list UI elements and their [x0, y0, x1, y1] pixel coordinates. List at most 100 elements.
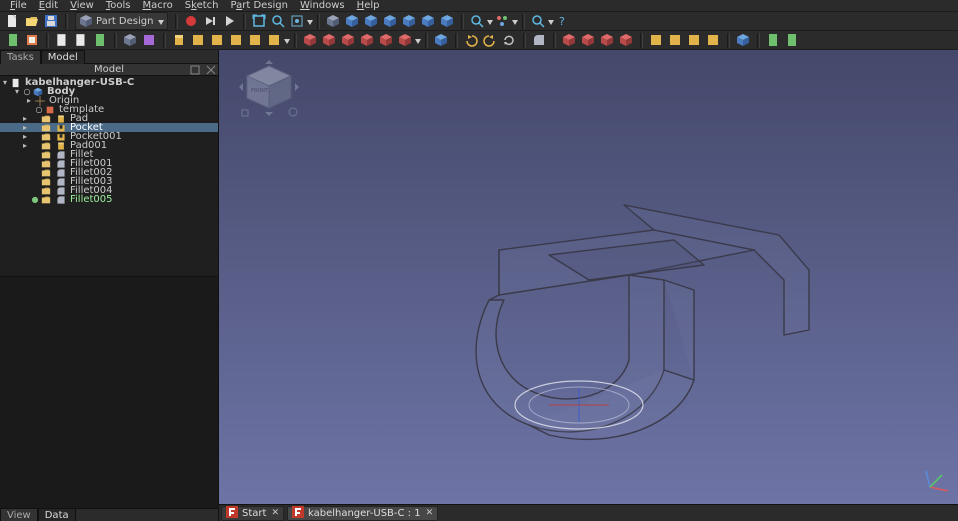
pd-linpattern-button[interactable]: [560, 31, 578, 49]
pd-measure4-button[interactable]: [704, 31, 722, 49]
menu-edit[interactable]: Edit: [33, 0, 64, 12]
panel-close-icon[interactable]: [206, 65, 216, 75]
doc-tab-model[interactable]: kabelhanger-USB-C : 1 ✕: [287, 506, 438, 521]
navigation-cube[interactable]: FRONT: [237, 60, 301, 122]
tab-model[interactable]: Model: [41, 50, 85, 64]
pd-validatesketch-button[interactable]: [91, 31, 109, 49]
pd-subprim-button[interactable]: [396, 31, 414, 49]
pd-additive-button[interactable]: [246, 31, 264, 49]
pd-newdoc-button[interactable]: [4, 31, 22, 49]
tree-row-body[interactable]: ▾ ○ Body: [0, 87, 218, 96]
expand-icon[interactable]: ▾: [0, 78, 10, 87]
pd-revolve-button[interactable]: [189, 31, 207, 49]
pd-datum-button[interactable]: [121, 31, 139, 49]
tree-row-template[interactable]: ○ template: [0, 105, 218, 114]
menu-sketch[interactable]: Sketch: [179, 0, 225, 12]
macro-record-button[interactable]: [182, 12, 200, 30]
new-doc-button[interactable]: [4, 12, 22, 30]
refresh-button[interactable]: [500, 31, 518, 49]
tree-row-pocket001[interactable]: ▸Pocket001: [0, 132, 218, 141]
pd-measure1-button[interactable]: [647, 31, 665, 49]
menu-file[interactable]: File: [4, 0, 33, 12]
open-doc-button[interactable]: [23, 12, 41, 30]
toolbar-file-view: Part Design ?: [0, 12, 958, 31]
menu-macro[interactable]: Macro: [137, 0, 179, 12]
toolbar-separator: [727, 33, 730, 48]
draw-style-button[interactable]: [288, 12, 306, 30]
close-icon[interactable]: ✕: [426, 508, 434, 518]
doc-tab-start[interactable]: Start ✕: [221, 506, 284, 521]
part-appearance-button[interactable]: [493, 12, 511, 30]
close-icon[interactable]: ✕: [271, 508, 279, 518]
chevron-down-icon[interactable]: [307, 18, 313, 24]
menu-partdesign[interactable]: Part Design: [225, 0, 294, 12]
model-tree[interactable]: ▾ kabelhanger-USB-C ▾ ○ Body ▸ Origin ○ …: [0, 76, 218, 276]
pd-boolean-button[interactable]: [617, 31, 635, 49]
macro-play-button[interactable]: [220, 12, 238, 30]
pd-editsketch-button[interactable]: [53, 31, 71, 49]
visibility-icon[interactable]: ●: [30, 195, 40, 204]
pd-fillet-button[interactable]: [530, 31, 548, 49]
view-iso-button[interactable]: [324, 12, 342, 30]
tree-row-fillet005[interactable]: ●Fillet005: [0, 195, 218, 204]
fit-selection-button[interactable]: [269, 12, 287, 30]
pd-misc2-button[interactable]: [764, 31, 782, 49]
pd-sketch-button[interactable]: [23, 31, 41, 49]
pd-measure3-button[interactable]: [685, 31, 703, 49]
panel-float-icon[interactable]: [190, 65, 200, 75]
tab-data[interactable]: Data: [38, 508, 76, 521]
3d-viewport[interactable]: FRONT Start ✕ kabelhang: [219, 50, 958, 521]
chevron-down-icon[interactable]: [415, 37, 421, 43]
tree-row-origin[interactable]: ▸ Origin: [0, 96, 218, 105]
expand-icon[interactable]: ▸: [20, 123, 30, 132]
whatsthis-button[interactable]: ?: [554, 12, 572, 30]
save-doc-button[interactable]: [42, 12, 60, 30]
tree-row-pad[interactable]: ▸Pad: [0, 114, 218, 123]
pd-clone-button[interactable]: [140, 31, 158, 49]
view-top-button[interactable]: [362, 12, 380, 30]
pd-groove-button[interactable]: [339, 31, 357, 49]
menu-view[interactable]: View: [64, 0, 100, 12]
pd-sweep-button[interactable]: [227, 31, 245, 49]
menu-tools[interactable]: Tools: [100, 0, 137, 12]
expand-icon[interactable]: ▸: [20, 114, 30, 123]
visibility-icon[interactable]: ○: [22, 87, 32, 96]
chevron-down-icon[interactable]: [512, 18, 518, 24]
measure-button[interactable]: [468, 12, 486, 30]
zoom-button[interactable]: [529, 12, 547, 30]
pd-pad-button[interactable]: [170, 31, 188, 49]
expand-icon[interactable]: ▸: [20, 141, 30, 150]
pd-multipattern-button[interactable]: [598, 31, 616, 49]
pd-measure2-button[interactable]: [666, 31, 684, 49]
pd-misc3-button[interactable]: [783, 31, 801, 49]
workbench-selector[interactable]: Part Design: [75, 12, 168, 30]
menu-windows[interactable]: Windows: [294, 0, 351, 12]
pd-polarpattern-button[interactable]: [579, 31, 597, 49]
expand-icon[interactable]: ▸: [20, 132, 30, 141]
redo-button[interactable]: [481, 31, 499, 49]
view-left-button[interactable]: [438, 12, 456, 30]
chevron-down-icon[interactable]: [284, 37, 290, 43]
tab-tasks[interactable]: Tasks: [0, 50, 41, 64]
expand-icon[interactable]: ▾: [12, 87, 22, 96]
view-right-button[interactable]: [381, 12, 399, 30]
pd-loft-button[interactable]: [208, 31, 226, 49]
pd-pocket-button[interactable]: [301, 31, 319, 49]
pd-subloft-button[interactable]: [358, 31, 376, 49]
pd-addprim-button[interactable]: [265, 31, 283, 49]
macro-step-button[interactable]: [201, 12, 219, 30]
menu-help[interactable]: Help: [351, 0, 386, 12]
undo-button[interactable]: [462, 31, 480, 49]
expand-icon[interactable]: ▸: [24, 96, 34, 105]
pd-misc1-button[interactable]: [734, 31, 752, 49]
pd-mirror-button[interactable]: [432, 31, 450, 49]
pd-mapsketch-button[interactable]: [72, 31, 90, 49]
fit-all-button[interactable]: [250, 12, 268, 30]
view-rear-button[interactable]: [400, 12, 418, 30]
pd-hole-button[interactable]: [320, 31, 338, 49]
tree-row-pad001[interactable]: ▸Pad001: [0, 141, 218, 150]
view-bottom-button[interactable]: [419, 12, 437, 30]
view-front-button[interactable]: [343, 12, 361, 30]
tab-view[interactable]: View: [0, 508, 38, 521]
pd-subsweep-button[interactable]: [377, 31, 395, 49]
